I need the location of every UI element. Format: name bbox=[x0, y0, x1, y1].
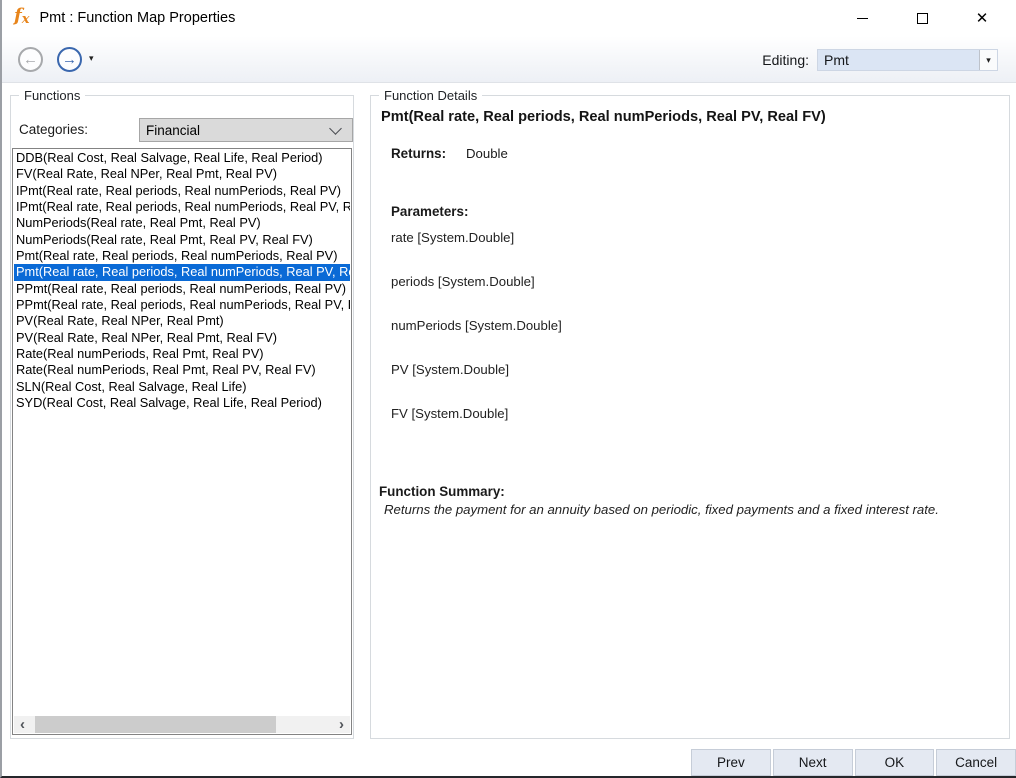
parameter-item: FV [System.Double] bbox=[391, 406, 997, 422]
chevron-down-icon bbox=[329, 122, 342, 135]
function-list-item[interactable]: IPmt(Real rate, Real periods, Real numPe… bbox=[14, 183, 350, 199]
scroll-left-icon[interactable]: ‹ bbox=[14, 716, 31, 733]
cancel-button[interactable]: Cancel bbox=[936, 749, 1016, 776]
categories-combobox[interactable]: Financial bbox=[139, 118, 353, 142]
function-map-properties-dialog: fx Pmt : Function Map Properties ✕ ← → ▾… bbox=[0, 0, 1016, 778]
scrollbar-thumb[interactable] bbox=[35, 716, 276, 733]
editing-combobox-value: Pmt bbox=[818, 52, 979, 68]
close-icon: ✕ bbox=[976, 11, 989, 26]
maximize-button[interactable] bbox=[892, 0, 952, 36]
function-list-item[interactable]: Pmt(Real rate, Real periods, Real numPer… bbox=[14, 248, 350, 264]
parameter-item: PV [System.Double] bbox=[391, 362, 997, 378]
function-list-item[interactable]: IPmt(Real rate, Real periods, Real numPe… bbox=[14, 199, 350, 215]
forward-dropdown-caret-icon[interactable]: ▾ bbox=[89, 53, 94, 64]
forward-arrow-icon: → bbox=[62, 51, 77, 68]
function-list-item[interactable]: NumPeriods(Real rate, Real Pmt, Real PV) bbox=[14, 215, 350, 231]
window-title: Pmt : Function Map Properties bbox=[40, 10, 236, 26]
parameter-item: rate [System.Double] bbox=[391, 230, 997, 246]
editing-label: Editing: bbox=[762, 52, 809, 68]
maximize-icon bbox=[917, 13, 928, 24]
forward-button[interactable]: → bbox=[57, 47, 82, 72]
window-controls: ✕ bbox=[832, 0, 1012, 36]
editing-dropdown-button[interactable]: ▾ bbox=[979, 50, 997, 70]
horizontal-scrollbar[interactable]: ‹ › bbox=[14, 716, 350, 733]
function-list-item[interactable]: FV(Real Rate, Real NPer, Real Pmt, Real … bbox=[14, 166, 350, 182]
back-arrow-icon: ← bbox=[23, 51, 38, 68]
parameter-item: periods [System.Double] bbox=[391, 274, 997, 290]
ok-button[interactable]: OK bbox=[855, 749, 935, 776]
function-list-item[interactable]: Rate(Real numPeriods, Real Pmt, Real PV) bbox=[14, 346, 350, 362]
parameters-label: Parameters: bbox=[391, 204, 468, 219]
function-signature: Pmt(Real rate, Real periods, Real numPer… bbox=[381, 109, 826, 125]
minimize-button[interactable] bbox=[832, 0, 892, 36]
function-summary-text: Returns the payment for an annuity based… bbox=[384, 502, 997, 517]
returns-label: Returns: bbox=[391, 146, 446, 161]
next-button[interactable]: Next bbox=[773, 749, 853, 776]
title-bar: fx Pmt : Function Map Properties ✕ bbox=[2, 0, 1016, 36]
editing-area: Editing: Pmt ▾ bbox=[762, 49, 998, 71]
close-button[interactable]: ✕ bbox=[952, 0, 1012, 36]
prev-button[interactable]: Prev bbox=[691, 749, 771, 776]
back-button[interactable]: ← bbox=[18, 47, 43, 72]
chevron-down-icon: ▾ bbox=[986, 55, 991, 66]
function-list-item[interactable]: Rate(Real numPeriods, Real Pmt, Real PV,… bbox=[14, 362, 350, 378]
function-details-title: Function Details bbox=[379, 88, 482, 103]
parameter-item: numPeriods [System.Double] bbox=[391, 318, 997, 334]
fx-icon: fx bbox=[14, 7, 30, 29]
categories-label: Categories: bbox=[19, 122, 88, 137]
function-list-item[interactable]: SYD(Real Cost, Real Salvage, Real Life, … bbox=[14, 395, 350, 411]
function-list: DDB(Real Cost, Real Salvage, Real Life, … bbox=[14, 150, 350, 716]
function-list-item[interactable]: PV(Real Rate, Real NPer, Real Pmt) bbox=[14, 313, 350, 329]
function-list-item[interactable]: PPmt(Real rate, Real periods, Real numPe… bbox=[14, 281, 350, 297]
function-list-item[interactable]: NumPeriods(Real rate, Real Pmt, Real PV,… bbox=[14, 232, 350, 248]
categories-combobox-value: Financial bbox=[140, 123, 331, 138]
functions-panel: Functions Categories: Financial DDB(Real… bbox=[10, 95, 354, 739]
editing-combobox[interactable]: Pmt ▾ bbox=[817, 49, 998, 71]
function-list-item[interactable]: Pmt(Real rate, Real periods, Real numPer… bbox=[14, 264, 350, 280]
parameters-list: rate [System.Double] periods [System.Doub… bbox=[391, 230, 997, 450]
footer-button-bar: PrevNextOKCancel bbox=[691, 749, 1016, 776]
minimize-icon bbox=[857, 18, 868, 19]
function-listbox: DDB(Real Cost, Real Salvage, Real Life, … bbox=[12, 148, 352, 735]
returns-value: Double bbox=[466, 146, 508, 161]
function-list-item[interactable]: PV(Real Rate, Real NPer, Real Pmt, Real … bbox=[14, 330, 350, 346]
function-list-item[interactable]: PPmt(Real rate, Real periods, Real numPe… bbox=[14, 297, 350, 313]
function-summary-label: Function Summary: bbox=[379, 484, 505, 499]
function-list-item[interactable]: DDB(Real Cost, Real Salvage, Real Life, … bbox=[14, 150, 350, 166]
scroll-right-icon[interactable]: › bbox=[333, 716, 350, 733]
functions-panel-title: Functions bbox=[19, 88, 85, 103]
function-details-panel: Function Details Pmt(Real rate, Real per… bbox=[370, 95, 1010, 739]
function-list-item[interactable]: SLN(Real Cost, Real Salvage, Real Life) bbox=[14, 379, 350, 395]
toolbar: ← → ▾ Editing: Pmt ▾ bbox=[2, 36, 1016, 83]
